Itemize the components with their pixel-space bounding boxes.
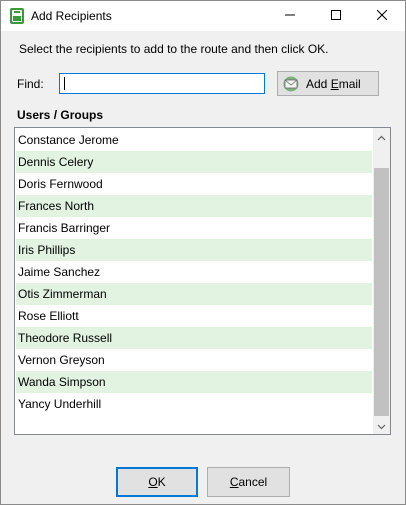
- users-groups-label: Users / Groups: [17, 108, 104, 122]
- ok-button[interactable]: OK: [116, 467, 198, 497]
- list-item[interactable]: Otis Zimmerman: [16, 283, 372, 305]
- add-email-button[interactable]: Add Email: [277, 71, 379, 96]
- window-title: Add Recipients: [31, 9, 112, 23]
- chevron-up-icon: [377, 130, 386, 144]
- find-label: Find:: [17, 77, 44, 91]
- text-caret: [64, 77, 65, 90]
- scrollbar-thumb[interactable]: [374, 168, 389, 416]
- close-button[interactable]: [359, 1, 405, 31]
- ok-label: OK: [148, 475, 166, 489]
- list-item[interactable]: Frances North: [16, 195, 372, 217]
- list-item[interactable]: Vernon Greyson: [16, 349, 372, 371]
- cancel-label: Cancel: [229, 475, 268, 489]
- list-item[interactable]: Rose Elliott: [16, 305, 372, 327]
- mail-envelope-icon: [282, 76, 300, 92]
- minimize-icon: [285, 9, 295, 23]
- list-scrollbar[interactable]: [373, 128, 390, 434]
- maximize-icon: [331, 9, 341, 23]
- list-item[interactable]: Iris Phillips: [16, 239, 372, 261]
- scroll-down-button[interactable]: [373, 417, 390, 434]
- routing-slip-icon: [9, 7, 25, 25]
- list-item[interactable]: Doris Fernwood: [16, 173, 372, 195]
- cancel-button[interactable]: Cancel: [207, 467, 290, 497]
- maximize-button[interactable]: [313, 1, 359, 31]
- list-item[interactable]: Francis Barringer: [16, 217, 372, 239]
- list-item[interactable]: Yancy Underhill: [16, 393, 372, 415]
- chevron-down-icon: [377, 419, 386, 433]
- scroll-up-button[interactable]: [373, 128, 390, 145]
- list-item[interactable]: Dennis Celery: [16, 151, 372, 173]
- list-item[interactable]: Constance Jerome: [16, 129, 372, 151]
- list-item[interactable]: Theodore Russell: [16, 327, 372, 349]
- list-item[interactable]: Wanda Simpson: [16, 371, 372, 393]
- close-icon: [376, 9, 388, 23]
- find-input[interactable]: [59, 73, 265, 94]
- add-email-label: Add Email: [306, 76, 361, 91]
- list-item[interactable]: Jaime Sanchez: [16, 261, 372, 283]
- add-recipients-dialog: Add Recipients Select the recipients to …: [0, 0, 406, 505]
- users-groups-list[interactable]: Constance Jerome Dennis Celery Doris Fer…: [14, 127, 391, 435]
- minimize-button[interactable]: [267, 1, 313, 31]
- title-bar[interactable]: Add Recipients: [1, 1, 405, 31]
- instructions-text: Select the recipients to add to the rout…: [19, 42, 329, 56]
